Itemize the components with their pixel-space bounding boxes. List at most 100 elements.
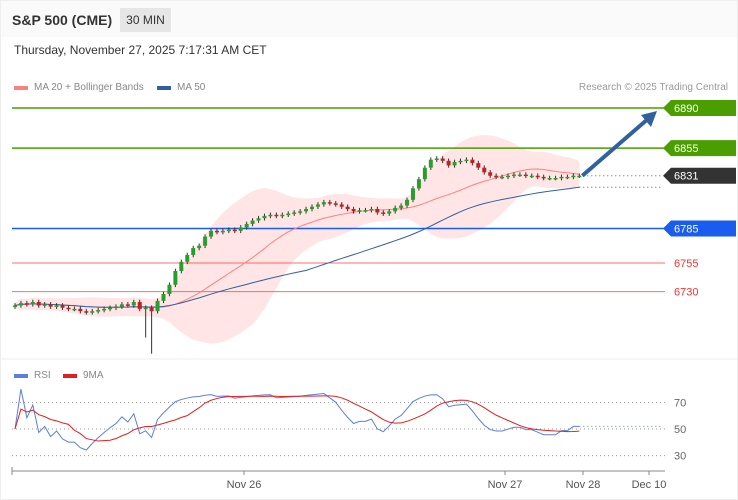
candle [565,176,570,179]
candle [464,159,469,162]
candle [428,159,433,168]
candle [30,302,35,305]
candle [304,209,309,212]
candle [24,303,29,305]
candle [517,174,522,177]
level-label-6831: 6831 [674,171,698,183]
rsi-ma-line [14,395,580,442]
candle [18,303,23,306]
candle [470,159,475,164]
candle [547,178,552,180]
price-chart[interactable]: 6890 6855 6831 6785 6755 6730 70 50 30 Nov 26 Nov … [1,1,738,500]
candle [577,175,582,178]
candle [416,179,421,189]
candle [280,214,285,217]
candle [494,175,499,178]
rsi-tick-label: 30 [674,451,686,463]
candle [434,158,439,161]
candle [238,227,243,231]
candle [458,160,463,163]
candle [559,176,564,179]
candle [66,307,71,310]
level-label-6755: 6755 [674,258,698,270]
candle [315,204,320,207]
candle [96,310,101,312]
x-tick-label: Dec 10 [632,479,667,491]
candle [381,212,386,214]
candle [102,308,107,311]
candle [405,199,410,206]
candle [535,175,540,178]
candle [250,220,255,224]
rsi-tick-label: 70 [674,397,686,409]
candle [137,302,142,309]
candle [209,230,214,237]
candle [161,293,166,301]
level-label-6855: 6855 [674,143,698,155]
candle [440,158,445,161]
candle [72,308,77,311]
bollinger-band [15,135,580,344]
candle [553,178,558,180]
candle [482,167,487,173]
candle [369,209,374,211]
candle [113,306,118,309]
candle [511,174,516,177]
candle [42,304,47,306]
candle [452,161,457,166]
candle [167,284,172,294]
candle [268,214,273,217]
candle [446,160,451,166]
candle [529,175,534,178]
candle [84,311,89,313]
x-tick-label: Nov 27 [488,479,523,491]
candle [226,229,231,232]
candle [173,271,178,285]
candle [274,214,279,217]
candle [149,307,154,312]
candle [143,307,148,310]
candle [351,209,356,212]
candle [262,215,267,219]
candle [13,305,17,307]
level-label-6730: 6730 [674,287,698,299]
rsi-tick-label: 50 [674,424,686,436]
candle [422,167,427,180]
candle [244,223,249,228]
candle [60,305,65,308]
candle [78,308,83,312]
level-label-6890: 6890 [674,103,698,115]
candle [232,229,237,232]
candle [523,174,528,177]
candle [571,175,576,178]
candle [256,218,261,221]
candle [125,304,130,306]
candle [36,302,41,306]
candle [48,304,53,307]
x-tick-label: Nov 28 [566,479,601,491]
chart-widget: S&P 500 (CME) 30 MIN Thursday, November … [0,0,738,500]
candle [321,202,326,205]
candle [286,213,291,216]
candle [357,210,362,212]
candle [131,302,136,306]
candle [375,209,380,213]
candle [185,254,190,262]
candle [292,212,297,214]
target-arrow [580,116,651,178]
candle [90,311,95,313]
candle [220,230,225,233]
candle [339,204,344,207]
candle [333,203,338,205]
candle [108,307,113,310]
candle [387,211,392,214]
candle [541,176,546,179]
candle [399,205,404,208]
candle [54,305,59,307]
candle [179,261,184,272]
candle [298,211,303,213]
candle [119,304,124,307]
candle [191,248,196,255]
candle [310,206,314,210]
candle [155,300,160,312]
